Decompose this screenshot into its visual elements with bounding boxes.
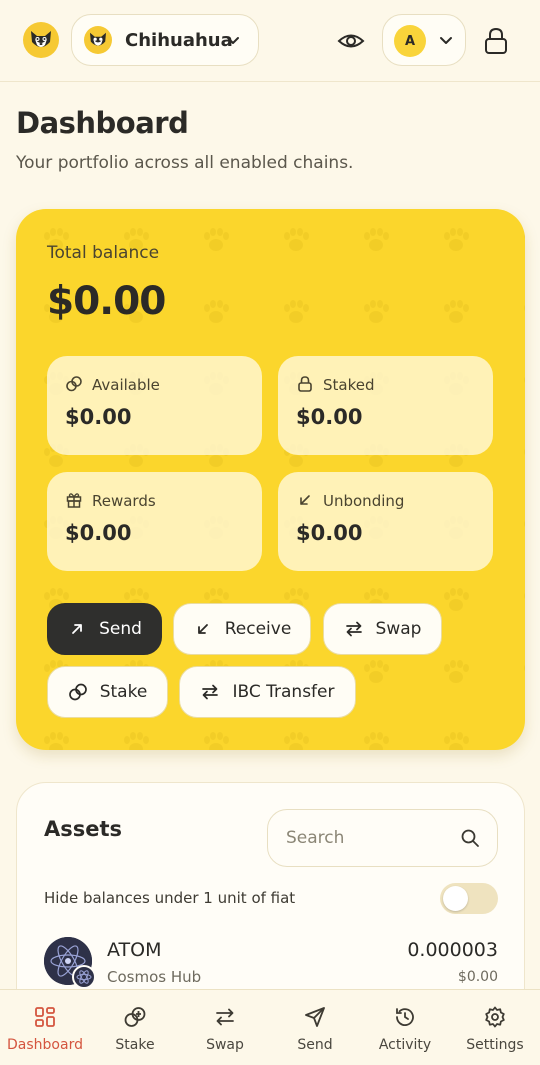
coins-icon [65, 375, 83, 393]
chevron-down-icon [437, 31, 455, 53]
nav-label: Send [297, 1037, 333, 1053]
arrow-up-right-icon [67, 619, 87, 639]
asset-row[interactable]: ATOM Cosmos Hub 0.000003 $0.00 [44, 935, 498, 991]
nav-label: Settings [466, 1037, 524, 1053]
button-label: Send [99, 619, 142, 639]
account-menu-button[interactable]: A [382, 14, 466, 66]
nav-dashboard[interactable]: Dashboard [0, 990, 90, 1065]
page-title: Dashboard [16, 106, 189, 140]
grid-icon [32, 1004, 58, 1030]
coins-icon [68, 682, 88, 702]
total-balance-value: $0.00 [47, 279, 166, 324]
eye-icon[interactable] [336, 26, 366, 56]
button-label: Stake [99, 682, 148, 702]
assets-title: Assets [44, 817, 123, 841]
lock-icon [296, 375, 314, 393]
nav-label: Stake [115, 1037, 155, 1053]
chihuahua-logo-icon [84, 26, 112, 54]
chain-badge-icon [72, 965, 96, 989]
ibc-transfer-button[interactable]: IBC Transfer [179, 666, 356, 718]
balance-card: Total balance $0.00 Available $0.00 Stak… [16, 209, 525, 750]
stat-value: $0.00 [65, 405, 132, 429]
gear-icon [482, 1004, 508, 1030]
toggle-knob [443, 886, 468, 911]
avatar: A [394, 25, 426, 57]
arrow-down-left-icon [193, 619, 213, 639]
search-input[interactable] [286, 810, 456, 866]
nav-swap[interactable]: Swap [180, 990, 270, 1065]
stat-unbonding: Unbonding $0.00 [278, 472, 493, 571]
button-label: Swap [375, 619, 422, 639]
stat-label: Staked [323, 376, 375, 394]
button-label: IBC Transfer [232, 682, 335, 702]
stat-label: Available [92, 376, 160, 394]
nav-label: Swap [206, 1037, 244, 1053]
page-subtitle: Your portfolio across all enabled chains… [16, 153, 354, 173]
swap-button[interactable]: Swap [323, 603, 442, 655]
send-icon [302, 1004, 328, 1030]
stat-staked: Staked $0.00 [278, 356, 493, 455]
arrow-down-left-icon [296, 491, 314, 509]
swap-icon [212, 1004, 238, 1030]
wallet-name: Chihuahua [125, 29, 233, 51]
hide-small-balances-toggle[interactable] [440, 883, 498, 914]
nav-label: Activity [378, 1037, 432, 1053]
receive-button[interactable]: Receive [173, 603, 311, 655]
swap-icon [344, 619, 364, 639]
nav-stake[interactable]: Stake [90, 990, 180, 1065]
nav-settings[interactable]: Settings [450, 990, 540, 1065]
chevron-down-icon [224, 31, 242, 53]
button-label: Receive [224, 619, 292, 639]
total-balance-label: Total balance [47, 243, 160, 263]
stat-rewards: Rewards $0.00 [47, 472, 262, 571]
stat-label: Unbonding [323, 492, 405, 510]
app-logo-icon[interactable] [23, 22, 59, 58]
asset-search[interactable] [267, 809, 498, 867]
nav-activity[interactable]: Activity [360, 990, 450, 1065]
asset-symbol: ATOM [107, 939, 162, 961]
stat-value: $0.00 [65, 521, 132, 545]
asset-fiat-value: $0.00 [457, 969, 498, 985]
hide-small-balances-label: Hide balances under 1 unit of fiat [44, 889, 296, 907]
history-icon [392, 1004, 418, 1030]
gift-icon [65, 491, 83, 509]
stat-label: Rewards [92, 492, 156, 510]
stat-value: $0.00 [296, 521, 363, 545]
wallet-selector[interactable]: Chihuahua [71, 14, 259, 66]
stat-value: $0.00 [296, 405, 363, 429]
search-icon [460, 828, 480, 852]
asset-amount: 0.000003 [407, 939, 498, 961]
coins-icon [122, 1004, 148, 1030]
transfer-icon [200, 682, 220, 702]
bottom-nav: Dashboard Stake Swap Send Activity Setti… [0, 989, 540, 1065]
asset-chain: Cosmos Hub [107, 968, 202, 986]
nav-send[interactable]: Send [270, 990, 360, 1065]
stake-button[interactable]: Stake [47, 666, 168, 718]
nav-label: Dashboard [7, 1037, 83, 1053]
send-button[interactable]: Send [47, 603, 162, 655]
lock-icon[interactable] [482, 26, 510, 56]
stat-available: Available $0.00 [47, 356, 262, 455]
top-bar: Chihuahua A [0, 0, 540, 82]
